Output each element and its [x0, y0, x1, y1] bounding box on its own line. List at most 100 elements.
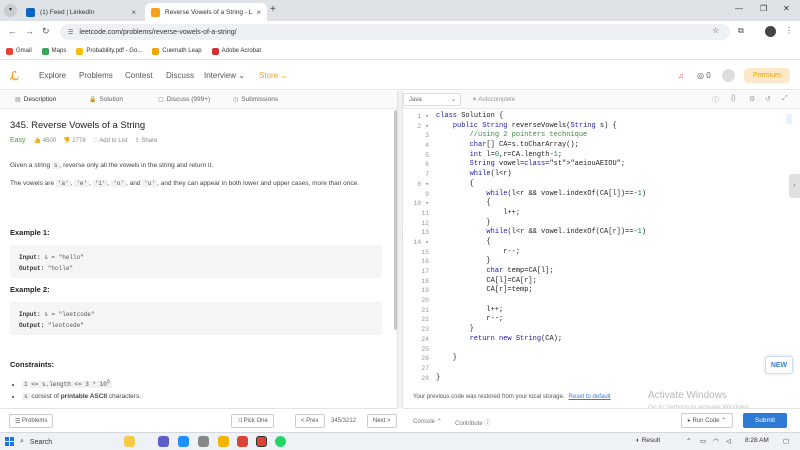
chevron-up-icon: ⌃ — [436, 419, 442, 425]
notifications-icon[interactable]: ▢ — [783, 437, 789, 445]
console-toggle[interactable]: Console ⌃ — [413, 418, 442, 425]
premium-button[interactable]: Premium — [744, 68, 790, 83]
profile-avatar[interactable] — [765, 26, 776, 37]
leetcode-logo-icon[interactable]: ℒ — [10, 69, 19, 83]
tab-description[interactable]: ▤ Description — [15, 96, 56, 103]
bookmark-acrobat[interactable]: Adobe Acrobat — [211, 47, 261, 55]
bookmark-gmail[interactable]: Gmail — [6, 47, 32, 55]
language-select[interactable]: Java ⌄ — [403, 93, 461, 106]
line-number: 9 — [425, 190, 429, 198]
spotify-icon[interactable] — [275, 436, 286, 447]
submit-button[interactable]: Submit — [743, 413, 787, 428]
bookmark-probability[interactable]: Probability.pdf - Go... — [76, 47, 143, 55]
tray-up-icon[interactable]: ⌃ — [686, 437, 691, 445]
window-close-button[interactable]: ✕ — [783, 4, 790, 13]
autocomplete-toggle[interactable]: ✦ Autocomplete — [472, 96, 515, 103]
browser-tab-linkedin[interactable]: (1) Feed | LinkedIn × — [20, 3, 142, 21]
info-icon[interactable]: ⓘ — [712, 95, 719, 105]
next-button[interactable]: Next > — [367, 414, 397, 428]
line-number: 15 — [421, 248, 429, 256]
bookmark-cuemath[interactable]: Cuemath Leap — [152, 47, 202, 55]
language-value: Java — [409, 96, 422, 103]
contribute-link[interactable]: Contribute ⓘ — [455, 418, 490, 427]
back-button[interactable]: ← — [8, 26, 17, 36]
chrome-active-icon[interactable] — [256, 436, 267, 447]
line-number: 12 — [421, 219, 429, 227]
line-number: 1 ▾ — [417, 113, 429, 120]
dislike-button[interactable]: 👎 2778 — [63, 137, 86, 144]
nav-explore[interactable]: Explore — [39, 71, 66, 80]
taskbar-search[interactable]: ⌕ Search — [20, 436, 130, 448]
close-icon[interactable]: × — [131, 8, 136, 17]
site-info-icon[interactable]: ☰ — [68, 29, 73, 36]
wifi-icon[interactable]: ◠ — [713, 437, 719, 445]
problems-list-button[interactable]: ☰ Problems — [9, 414, 54, 428]
bookmark-maps[interactable]: Maps — [41, 47, 66, 55]
statement-text: Given a string — [10, 162, 52, 169]
landscape-widget-icon[interactable] — [124, 436, 135, 447]
nav-store[interactable]: Store ⌄ — [259, 71, 287, 80]
add-to-list-button[interactable]: ♡ Add to List — [93, 137, 128, 144]
mail-icon[interactable] — [198, 436, 209, 447]
chrome-icon[interactable] — [237, 436, 248, 447]
extensions-icon[interactable]: ⧉ — [738, 26, 744, 36]
constraints-list: 1 <= s.length <= 3 * 105 s consist of pr… — [22, 376, 141, 403]
bookmark-label: Probability.pdf - Go... — [86, 48, 143, 54]
new-feature-badge[interactable]: NEW — [765, 356, 793, 374]
like-button[interactable]: 👍 4500 — [34, 137, 57, 144]
notification-bell-icon[interactable]: ♫ — [678, 71, 684, 80]
reset-to-default-link[interactable]: Reset to default — [569, 394, 611, 400]
reset-icon[interactable]: ↺ — [765, 95, 771, 103]
menu-icon[interactable]: ⋮ — [785, 26, 793, 35]
result-widget[interactable]: ◐ Result — [636, 437, 660, 444]
settings-icon[interactable]: ⚙ — [749, 95, 755, 103]
code-icon[interactable]: {} — [731, 95, 736, 102]
nav-contest[interactable]: Contest — [125, 71, 153, 80]
search-icon: ⌕ — [20, 438, 24, 445]
side-panel-tab[interactable]: › — [789, 174, 800, 198]
volume-icon[interactable]: ◁ — [726, 437, 731, 445]
input-value: s = "leetcode" — [44, 311, 95, 318]
prev-button[interactable]: < Prev — [295, 414, 325, 428]
nav-discuss[interactable]: Discuss — [166, 71, 194, 80]
coin-counter[interactable]: ◎ 0 — [697, 71, 711, 80]
clock[interactable]: 8:28 AM — [745, 437, 769, 444]
coin-count: 0 — [706, 71, 711, 80]
browser-tab-leetcode[interactable]: Reverse Vowels of a String - Lee × — [145, 3, 267, 21]
edge-icon[interactable] — [178, 436, 189, 447]
task-view-icon[interactable] — [158, 436, 169, 447]
line-number: 26 — [421, 355, 429, 363]
network-icon[interactable]: ▭ — [700, 437, 706, 445]
minimize-button[interactable]: — — [735, 4, 743, 13]
chevron-down-icon: ⌄ — [280, 71, 288, 80]
url-input[interactable]: ☰ leetcode.com/problems/reverse-vowels-o… — [60, 24, 730, 40]
nav-interview[interactable]: Interview ⌄ — [204, 71, 245, 80]
file-explorer-icon[interactable] — [218, 436, 229, 447]
run-code-button[interactable]: ▸ Run Code ⌃ — [681, 413, 733, 428]
bookmark-star-icon[interactable]: ☆ — [712, 26, 719, 35]
fullscreen-icon[interactable]: ⤢ — [782, 95, 788, 103]
tab-discuss[interactable]: ▢ Discuss (999+) — [158, 96, 210, 103]
new-tab-button[interactable]: + — [270, 4, 276, 15]
maximize-button[interactable]: ❐ — [760, 4, 767, 13]
bookmark-label: Cuemath Leap — [162, 48, 202, 54]
tab-solution[interactable]: 🔒 Solution — [89, 96, 123, 103]
close-icon[interactable]: × — [256, 8, 261, 17]
reload-button[interactable]: ↻ — [42, 26, 50, 37]
constraint-text: characters. — [107, 393, 142, 400]
tab-submissions[interactable]: ◷ Submissions — [233, 96, 278, 103]
line-number: 20 — [421, 297, 429, 305]
code-line: { — [436, 237, 491, 246]
share-button[interactable]: ⇪ Share — [135, 137, 158, 144]
nav-problems[interactable]: Problems — [79, 71, 113, 80]
statement-text: , and they can appear in both lower and … — [157, 180, 360, 187]
windows-start-icon[interactable] — [5, 437, 14, 446]
user-avatar[interactable] — [722, 69, 735, 82]
problem-title: 345. Reverse Vowels of a String — [10, 120, 146, 131]
forward-button[interactable]: → — [25, 26, 34, 36]
tab-search-icon[interactable]: ▾ — [4, 4, 17, 17]
code-editor[interactable]: class Solution { public String reverseVo… — [436, 112, 786, 390]
pick-one-button[interactable]: ⤨ Pick One — [231, 414, 274, 428]
line-number: 13 — [421, 229, 429, 237]
